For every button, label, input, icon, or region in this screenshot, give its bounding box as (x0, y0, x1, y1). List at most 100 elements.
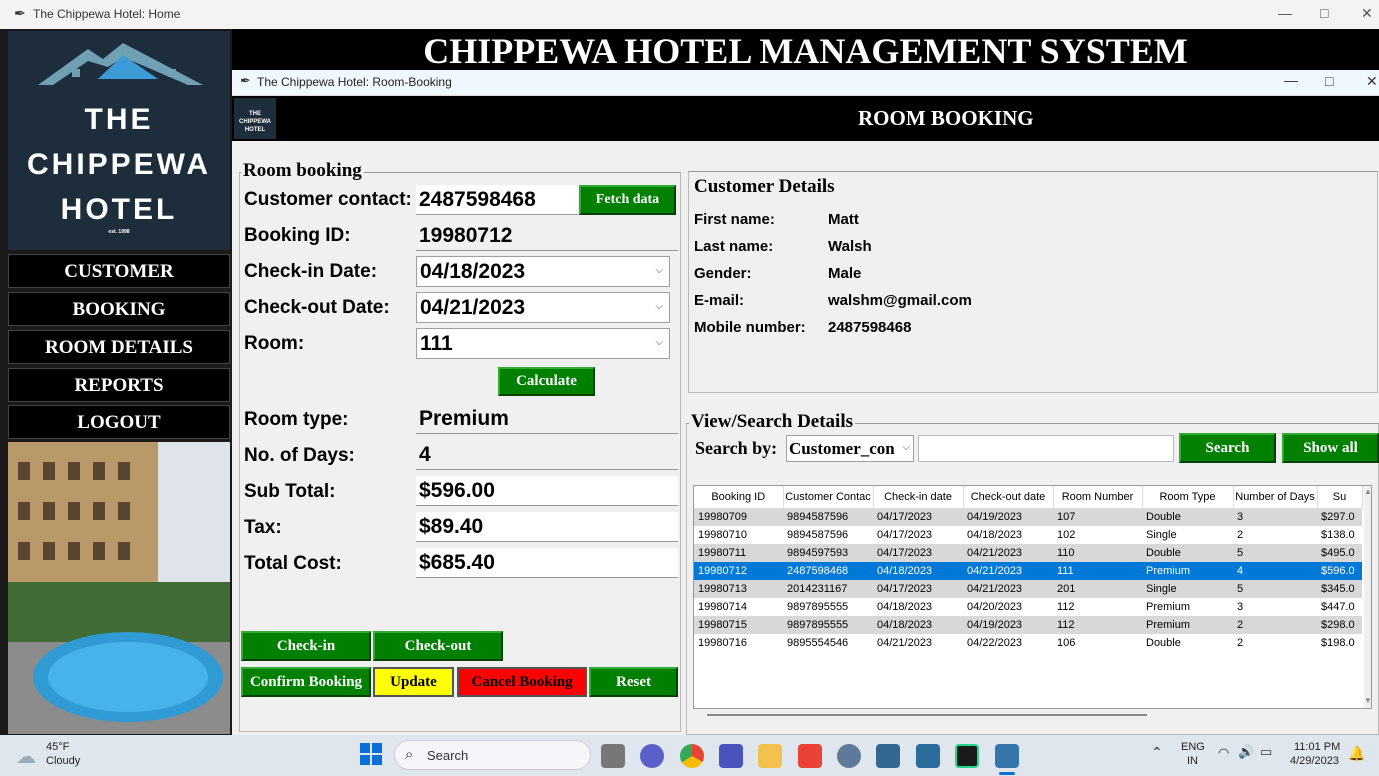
app-icon[interactable] (916, 744, 940, 768)
table-cell: Double (1142, 544, 1233, 562)
chrome-icon[interactable] (680, 744, 704, 768)
customer-contact-input[interactable]: 2487598468 (416, 185, 578, 215)
mini-hotel-logo: THE CHIPPEWA HOTEL (234, 98, 276, 139)
gender-label: Gender: (694, 265, 752, 282)
taskbar-search-box[interactable]: ⌕ Search (394, 740, 591, 770)
column-header[interactable]: Su (1317, 486, 1363, 509)
scroll-down-icon[interactable]: ▼ (1364, 696, 1371, 705)
table-cell: 04/18/2023 (873, 598, 963, 616)
windows-start-icon[interactable] (360, 743, 382, 765)
table-cell: 04/18/2023 (873, 616, 963, 634)
checkin-date-picker[interactable]: 04/18/2023 ⌵ (416, 256, 670, 287)
calculate-button[interactable]: Calculate (498, 367, 595, 396)
menu-logout-button[interactable]: LOGOUT (8, 405, 230, 439)
column-header[interactable]: Customer Contac (783, 486, 874, 509)
update-button[interactable]: Update (373, 667, 454, 697)
table-cell: Premium (1142, 616, 1233, 634)
checkin-button[interactable]: Check-in (241, 631, 371, 661)
table-cell: 04/17/2023 (873, 508, 963, 526)
table-row[interactable]: 19980716 9895554546 04/21/2023 04/22/2023 10… (694, 634, 1362, 652)
postgres-icon[interactable] (876, 744, 900, 768)
table-cell: 9894587596 (783, 508, 873, 526)
booking-heading: ROOM BOOKING (858, 106, 1034, 130)
task-view-icon[interactable] (601, 744, 625, 768)
table-cell: 9897895555 (783, 616, 873, 634)
menu-reports-button[interactable]: REPORTS (8, 368, 230, 402)
logo-line-hotel: HOTEL (60, 193, 178, 226)
scroll-up-icon[interactable]: ▲ (1364, 487, 1371, 496)
logo-line-the: THE (84, 103, 154, 136)
bookings-table[interactable]: Booking ID Customer Contac Check-in date… (693, 485, 1372, 709)
table-row[interactable]: 19980715 9897895555 04/18/2023 04/19/2023 11… (694, 616, 1362, 634)
table-cell: 19980710 (694, 526, 783, 544)
minimize-icon[interactable]: — (1284, 72, 1298, 88)
menu-booking-button[interactable]: BOOKING (8, 292, 230, 326)
table-cell: 04/20/2023 (963, 598, 1053, 616)
column-header[interactable]: Number of Days (1233, 486, 1318, 509)
pycharm-icon[interactable] (955, 744, 979, 768)
table-cell: 111 (1053, 562, 1142, 580)
search-by-select[interactable]: Customer_con ⌵ (786, 435, 914, 462)
cancel-booking-button[interactable]: Cancel Booking (457, 667, 587, 697)
weather-desc[interactable]: Cloudy (46, 755, 80, 767)
horizontal-scrollbar-thumb[interactable] (707, 714, 1147, 716)
minimize-icon[interactable]: — (1278, 5, 1292, 21)
teams-icon[interactable] (719, 744, 743, 768)
checkout-button[interactable]: Check-out (373, 631, 503, 661)
table-row[interactable]: 19980713 2014231167 04/17/2023 04/21/2023 20… (694, 580, 1362, 598)
volume-icon[interactable]: 🔊 (1238, 744, 1254, 760)
menu-room-details-button[interactable]: ROOM DETAILS (8, 330, 230, 364)
table-row[interactable]: 19980711 9894597593 04/17/2023 04/21/2023 11… (694, 544, 1362, 562)
file-explorer-icon[interactable] (758, 744, 782, 768)
clock-date[interactable]: 4/29/2023 (1290, 755, 1339, 767)
show-all-button[interactable]: Show all (1282, 433, 1379, 463)
python-icon[interactable] (995, 744, 1019, 768)
checkout-date-picker[interactable]: 04/21/2023 ⌵ (416, 292, 670, 323)
column-header[interactable]: Booking ID (694, 486, 784, 509)
cloud-icon: ☁ (16, 746, 36, 768)
chat-icon[interactable] (640, 744, 664, 768)
booking-window-title: The Chippewa Hotel: Room-Booking (257, 75, 452, 89)
confirm-booking-button[interactable]: Confirm Booking (241, 667, 371, 697)
search-input[interactable] (918, 435, 1174, 462)
table-row[interactable]: 19980712 2487598468 04/18/2023 04/21/2023 11… (694, 562, 1362, 580)
menu-customer-button[interactable]: CUSTOMER (8, 254, 230, 288)
battery-icon[interactable]: ▭ (1260, 744, 1272, 760)
reset-button[interactable]: Reset (589, 667, 678, 697)
wifi-icon[interactable]: ◠ (1218, 745, 1229, 761)
language-line2[interactable]: IN (1187, 755, 1198, 767)
total-cost-value: $685.40 (419, 551, 495, 574)
table-cell: $298.0 (1317, 616, 1362, 634)
table-cell: 3 (1233, 598, 1317, 616)
weather-temp[interactable]: 45°F (46, 741, 69, 753)
maximize-icon[interactable]: □ (1320, 5, 1328, 21)
email-label: E-mail: (694, 292, 745, 309)
room-select[interactable]: 111 ⌵ (416, 328, 670, 359)
chevron-up-icon[interactable]: ⌃ (1151, 744, 1163, 761)
booking-header: THE CHIPPEWA HOTEL ROOM BOOKING (232, 96, 1379, 141)
gmail-icon[interactable] (798, 744, 822, 768)
settings-icon[interactable] (837, 744, 861, 768)
language-line1[interactable]: ENG (1181, 741, 1205, 753)
column-header[interactable]: Room Type (1142, 486, 1234, 509)
taskbar-search-placeholder: Search (427, 748, 469, 763)
clock-time[interactable]: 11:01 PM (1294, 741, 1340, 753)
close-icon[interactable]: ✕ (1366, 73, 1378, 90)
column-header[interactable]: Check-out date (963, 486, 1054, 509)
table-row[interactable]: 19980714 9897895555 04/18/2023 04/20/2023 11… (694, 598, 1362, 616)
table-row[interactable]: 19980710 9894587596 04/17/2023 04/18/2023 10… (694, 526, 1362, 544)
search-icon: ⌕ (405, 746, 414, 763)
maximize-icon[interactable]: □ (1325, 73, 1333, 89)
subtotal-field: $596.00 (416, 476, 678, 506)
close-icon[interactable]: ✕ (1361, 5, 1373, 22)
room-booking-frame-title: Room booking (241, 160, 364, 182)
search-by-value: Customer_con (789, 439, 895, 458)
column-header[interactable]: Check-in date (873, 486, 964, 509)
table-row[interactable]: 19980709 9894587596 04/17/2023 04/19/2023 10… (694, 508, 1362, 526)
fetch-data-button[interactable]: Fetch data (579, 185, 676, 215)
column-header[interactable]: Room Number (1053, 486, 1143, 509)
table-cell: Double (1142, 634, 1233, 652)
search-button[interactable]: Search (1179, 433, 1276, 463)
notification-bell-icon[interactable]: 🔔 (1348, 745, 1365, 762)
vertical-scrollbar[interactable]: ▲ ▼ (1364, 486, 1371, 708)
